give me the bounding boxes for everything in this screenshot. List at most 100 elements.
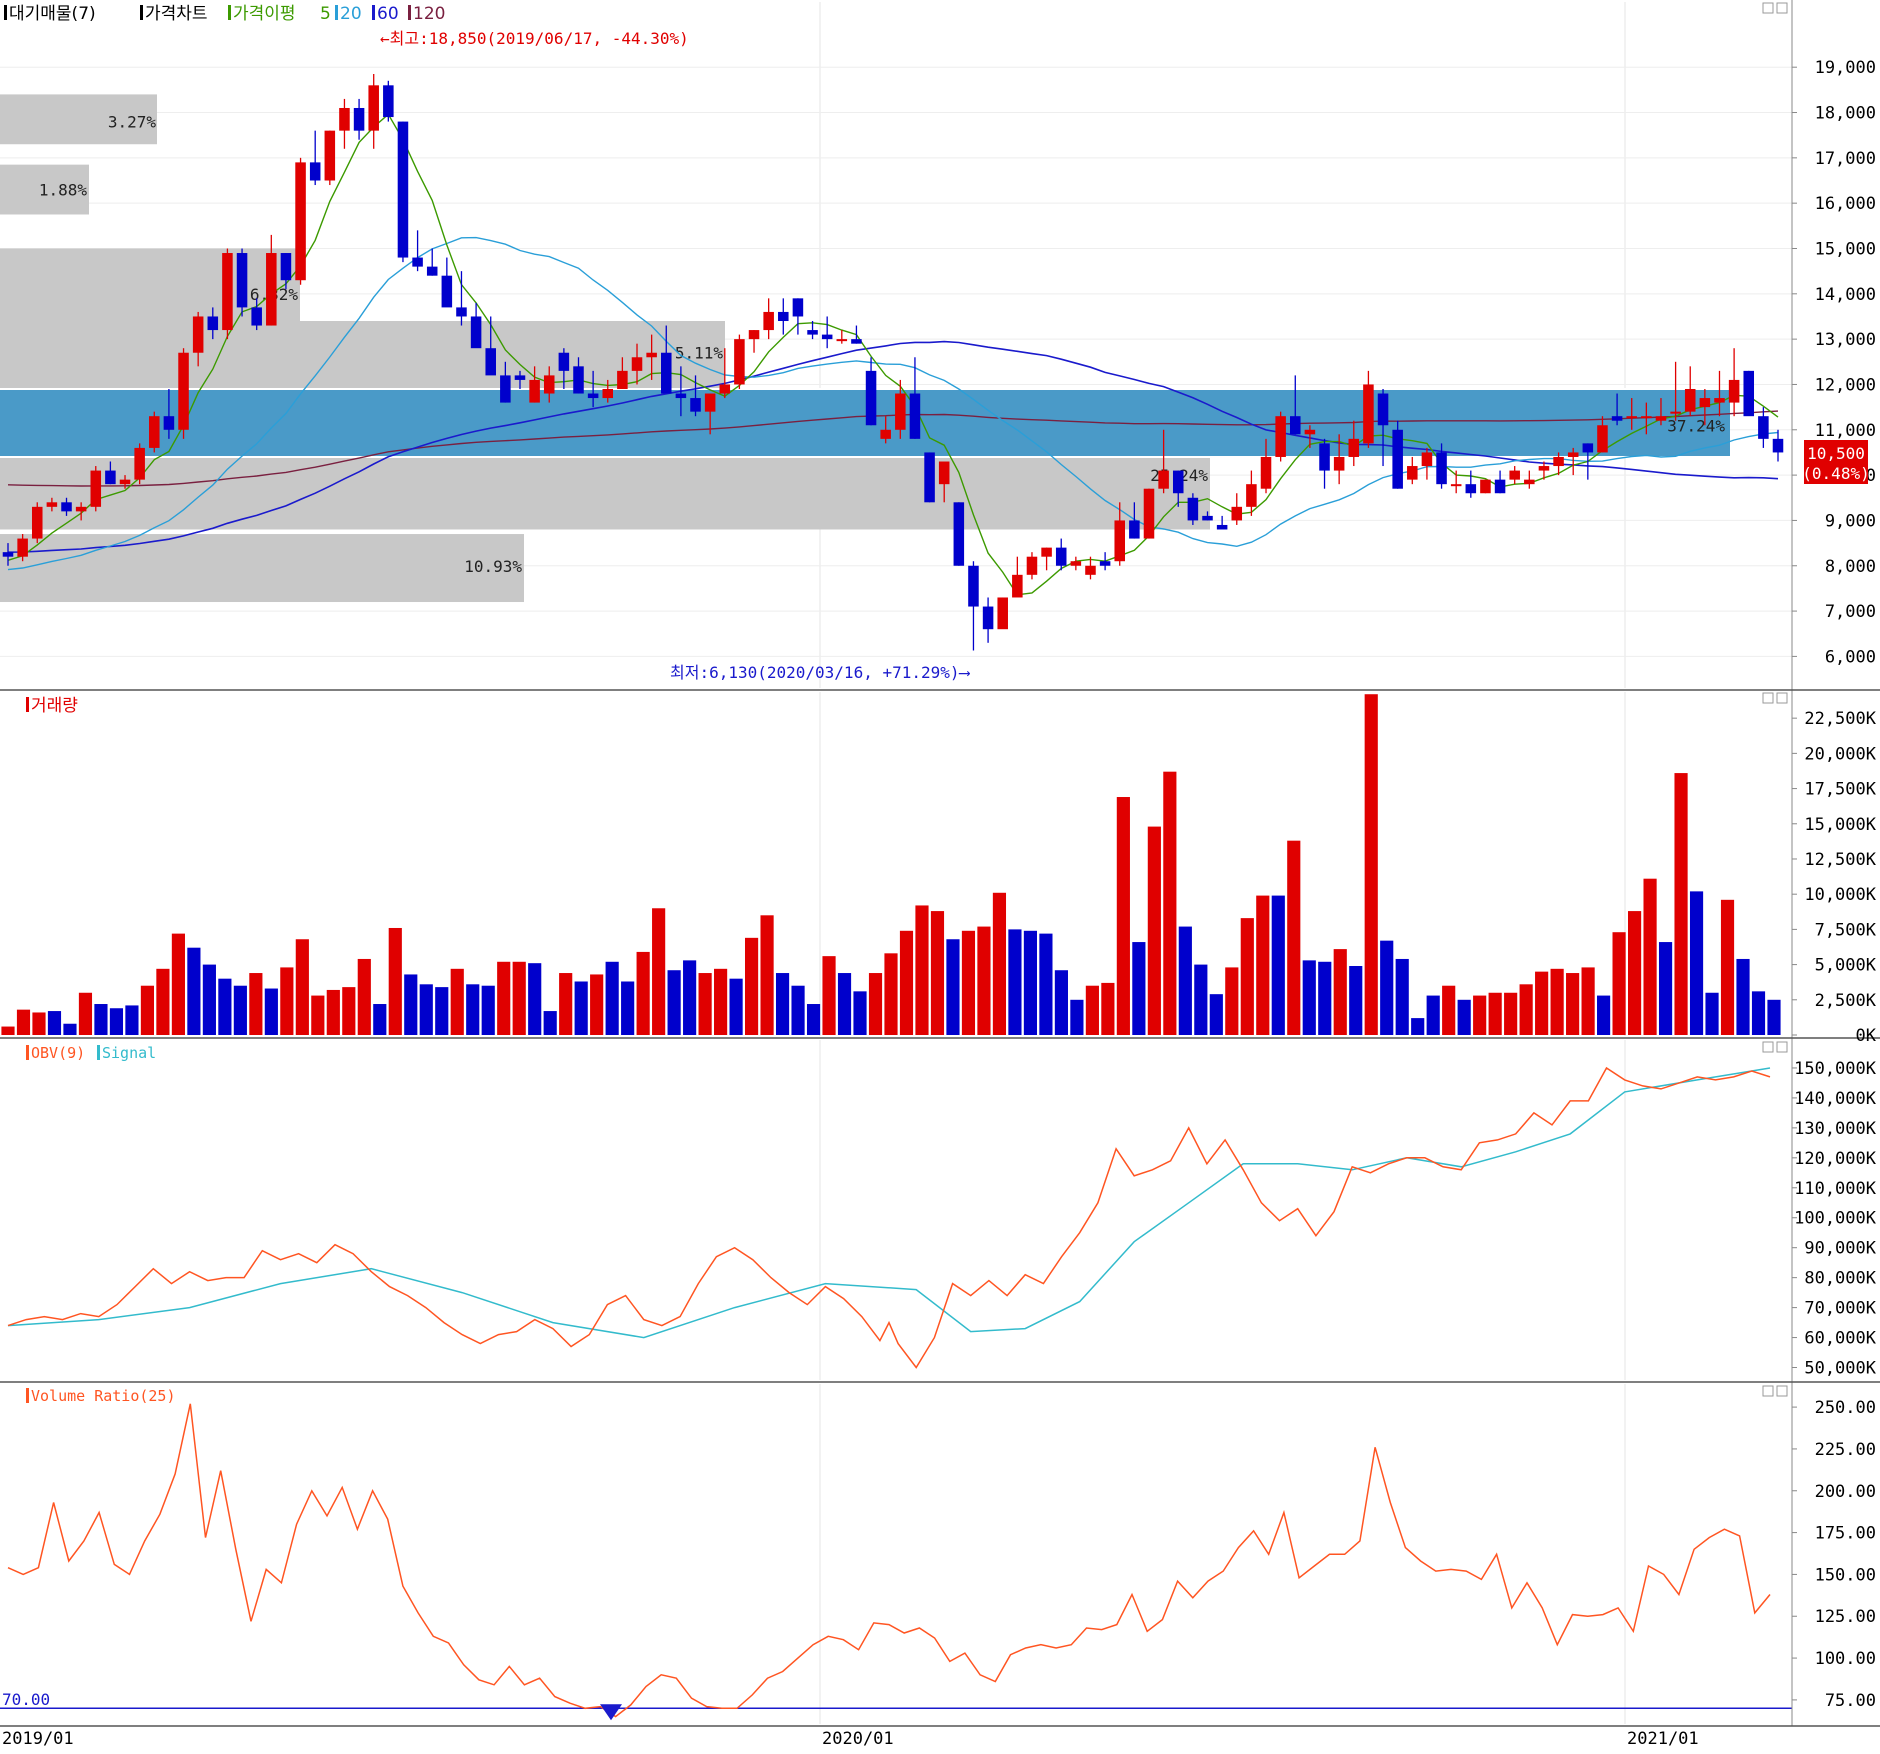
y-tick-label: 18,000: [1815, 104, 1876, 124]
volume-bar: [605, 961, 619, 1035]
y-tick-label: 5,000K: [1815, 956, 1877, 976]
volume-bar: [326, 989, 340, 1035]
candle-body: [1143, 488, 1155, 539]
y-tick-label: 60,000K: [1804, 1329, 1876, 1349]
candle-body: [192, 316, 204, 353]
x-label-2020: 2020/01: [822, 1729, 894, 1749]
volume-bar: [744, 937, 759, 1035]
volume-bar: [419, 984, 433, 1035]
volume-profile-bar: [0, 534, 524, 603]
volume-bar: [791, 985, 805, 1035]
volume-bar: [837, 973, 852, 1035]
volume-bar: [1457, 999, 1471, 1035]
candle-body: [851, 339, 862, 344]
volume-bar: [264, 988, 278, 1035]
x-label-2019: 2019/01: [2, 1729, 74, 1749]
candle-body: [1655, 416, 1667, 421]
y-tick-label: 0K: [1856, 1026, 1877, 1046]
volume-bar: [822, 956, 836, 1035]
y-tick-label: 17,500K: [1804, 780, 1876, 800]
candle-body: [1524, 479, 1535, 485]
candle-body: [500, 375, 511, 403]
candle-body: [602, 388, 614, 399]
volume-bar: [466, 984, 480, 1035]
volume-bar: [450, 968, 464, 1035]
candle-body: [207, 316, 219, 331]
low-annotation: 최저:6,130(2020/03/16, +71.29%)⟶: [670, 663, 971, 682]
y-tick-label: 110,000K: [1794, 1179, 1877, 1199]
candle-body: [924, 452, 935, 503]
volume-bar: [1008, 929, 1022, 1035]
volume-bar: [1225, 967, 1239, 1035]
volume-bar: [512, 961, 526, 1035]
volume-bar: [218, 978, 232, 1035]
volume-bar: [775, 973, 790, 1035]
vr-panel-legend: Volume Ratio(25): [26, 1387, 176, 1405]
candle-body: [1772, 438, 1784, 453]
volume-bar: [497, 961, 511, 1035]
maximize-icon: [1776, 1385, 1788, 1397]
candle-body: [558, 352, 570, 371]
volume-bar: [1581, 967, 1595, 1035]
volume-bar: [806, 1004, 821, 1035]
candle-body: [1290, 416, 1301, 435]
volume-profile-percent: 5.11%: [675, 344, 724, 363]
y-tick-label: 140,000K: [1794, 1089, 1877, 1109]
candle-body: [880, 429, 891, 439]
candle-body: [1553, 456, 1564, 467]
y-tick-label: 16,000: [1815, 194, 1876, 214]
chart-canvas: 3.27%1.88%6.32%5.11%25.24%10.93%37.24% 1…: [0, 0, 1880, 1750]
volume-bar: [1426, 995, 1440, 1035]
x-label-2021: 2021/01: [1627, 1729, 1699, 1749]
volume-bar: [1504, 992, 1518, 1035]
volume-bar: [109, 1008, 124, 1035]
candle-body: [309, 162, 321, 181]
volume-bar: [1318, 961, 1332, 1035]
legend-price-chart: 가격차트: [145, 4, 208, 24]
y-tick-label: 175.00: [1815, 1524, 1876, 1544]
y-tick-label: 100,000K: [1794, 1209, 1877, 1229]
legend-ma120: 120: [413, 4, 445, 24]
volume-bar: [559, 973, 573, 1035]
volume-bar: [1658, 942, 1673, 1035]
maximize-icon: [1776, 692, 1788, 704]
candle-body: [763, 311, 774, 331]
candle-body: [1333, 456, 1345, 471]
minimize-icon: [1762, 692, 1774, 704]
candle-body: [1275, 416, 1286, 457]
volume-bar: [1023, 930, 1038, 1035]
maximize-icon: [1776, 2, 1788, 14]
vr-reference-label: 70.00: [2, 1690, 50, 1709]
candle-body: [646, 352, 657, 358]
candle-body: [587, 393, 599, 399]
volume-bar: [1488, 992, 1502, 1035]
volume-bar: [946, 939, 960, 1035]
volume-profile-percent: 3.27%: [108, 113, 157, 132]
volume-bar: [714, 968, 728, 1035]
candle-body: [1363, 384, 1374, 444]
candle-body: [1231, 506, 1243, 521]
volume-bar: [1147, 826, 1161, 1035]
y-tick-label: 10,000K: [1804, 885, 1876, 905]
minimize-icon: [1762, 1041, 1774, 1053]
volume-bar: [63, 1023, 77, 1035]
candle-body: [543, 375, 555, 394]
volume-bar: [853, 991, 867, 1035]
candle-body: [1421, 452, 1433, 467]
y-tick-label: 225.00: [1815, 1440, 1876, 1460]
candle-body: [821, 334, 833, 340]
legend-ma-label: 가격이평: [233, 4, 296, 24]
volume-bar: [1333, 949, 1347, 1035]
candle-body: [1567, 452, 1579, 457]
volume-bar: [1039, 933, 1053, 1035]
legend-volume-ratio: Volume Ratio(25): [31, 1387, 176, 1405]
volume-profile-percent: 1.88%: [39, 181, 88, 200]
volume-bar: [1349, 966, 1363, 1035]
volume-bar: [1612, 932, 1626, 1035]
candle-body: [324, 130, 336, 181]
candle-body: [1758, 416, 1769, 439]
volume-bar: [1597, 995, 1611, 1035]
candle-body: [1582, 443, 1594, 453]
volume-bar: [1070, 999, 1084, 1035]
y-tick-label: 13,000: [1815, 330, 1876, 350]
